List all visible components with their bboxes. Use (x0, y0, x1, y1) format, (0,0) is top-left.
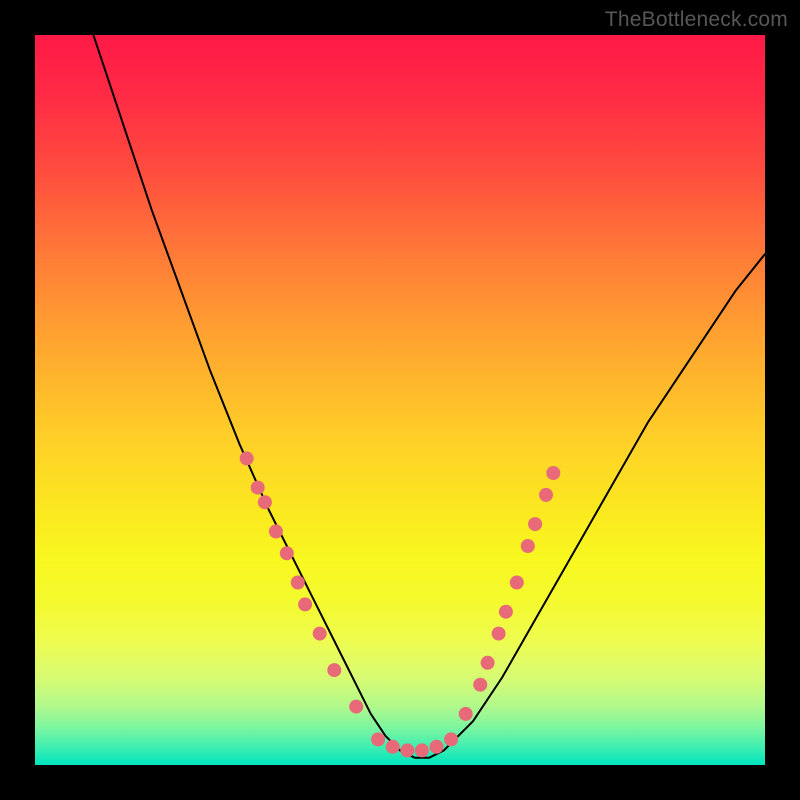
data-marker (313, 627, 327, 641)
curve-svg (35, 35, 765, 765)
data-marker (291, 576, 305, 590)
data-marker (349, 700, 363, 714)
data-marker (386, 740, 400, 754)
chart-container: TheBottleneck.com (0, 0, 800, 800)
data-marker (258, 495, 272, 509)
data-marker (528, 517, 542, 531)
data-marker (499, 605, 513, 619)
bottleneck-curve (93, 35, 765, 758)
data-marker (473, 678, 487, 692)
data-marker (280, 546, 294, 560)
data-marker (481, 656, 495, 670)
data-marker (251, 481, 265, 495)
data-marker (492, 627, 506, 641)
data-marker (459, 707, 473, 721)
plot-area (35, 35, 765, 765)
data-marker (400, 743, 414, 757)
markers-svg (35, 35, 765, 765)
data-marker (430, 740, 444, 754)
data-marker (510, 576, 524, 590)
data-marker (269, 524, 283, 538)
data-marker (327, 663, 341, 677)
data-marker (521, 539, 535, 553)
data-marker (546, 466, 560, 480)
data-marker (298, 597, 312, 611)
data-marker (539, 488, 553, 502)
data-marker (444, 732, 458, 746)
data-marker (415, 743, 429, 757)
data-marker (371, 732, 385, 746)
data-marker (240, 451, 254, 465)
markers-group (240, 451, 561, 757)
watermark-text: TheBottleneck.com (605, 8, 788, 32)
